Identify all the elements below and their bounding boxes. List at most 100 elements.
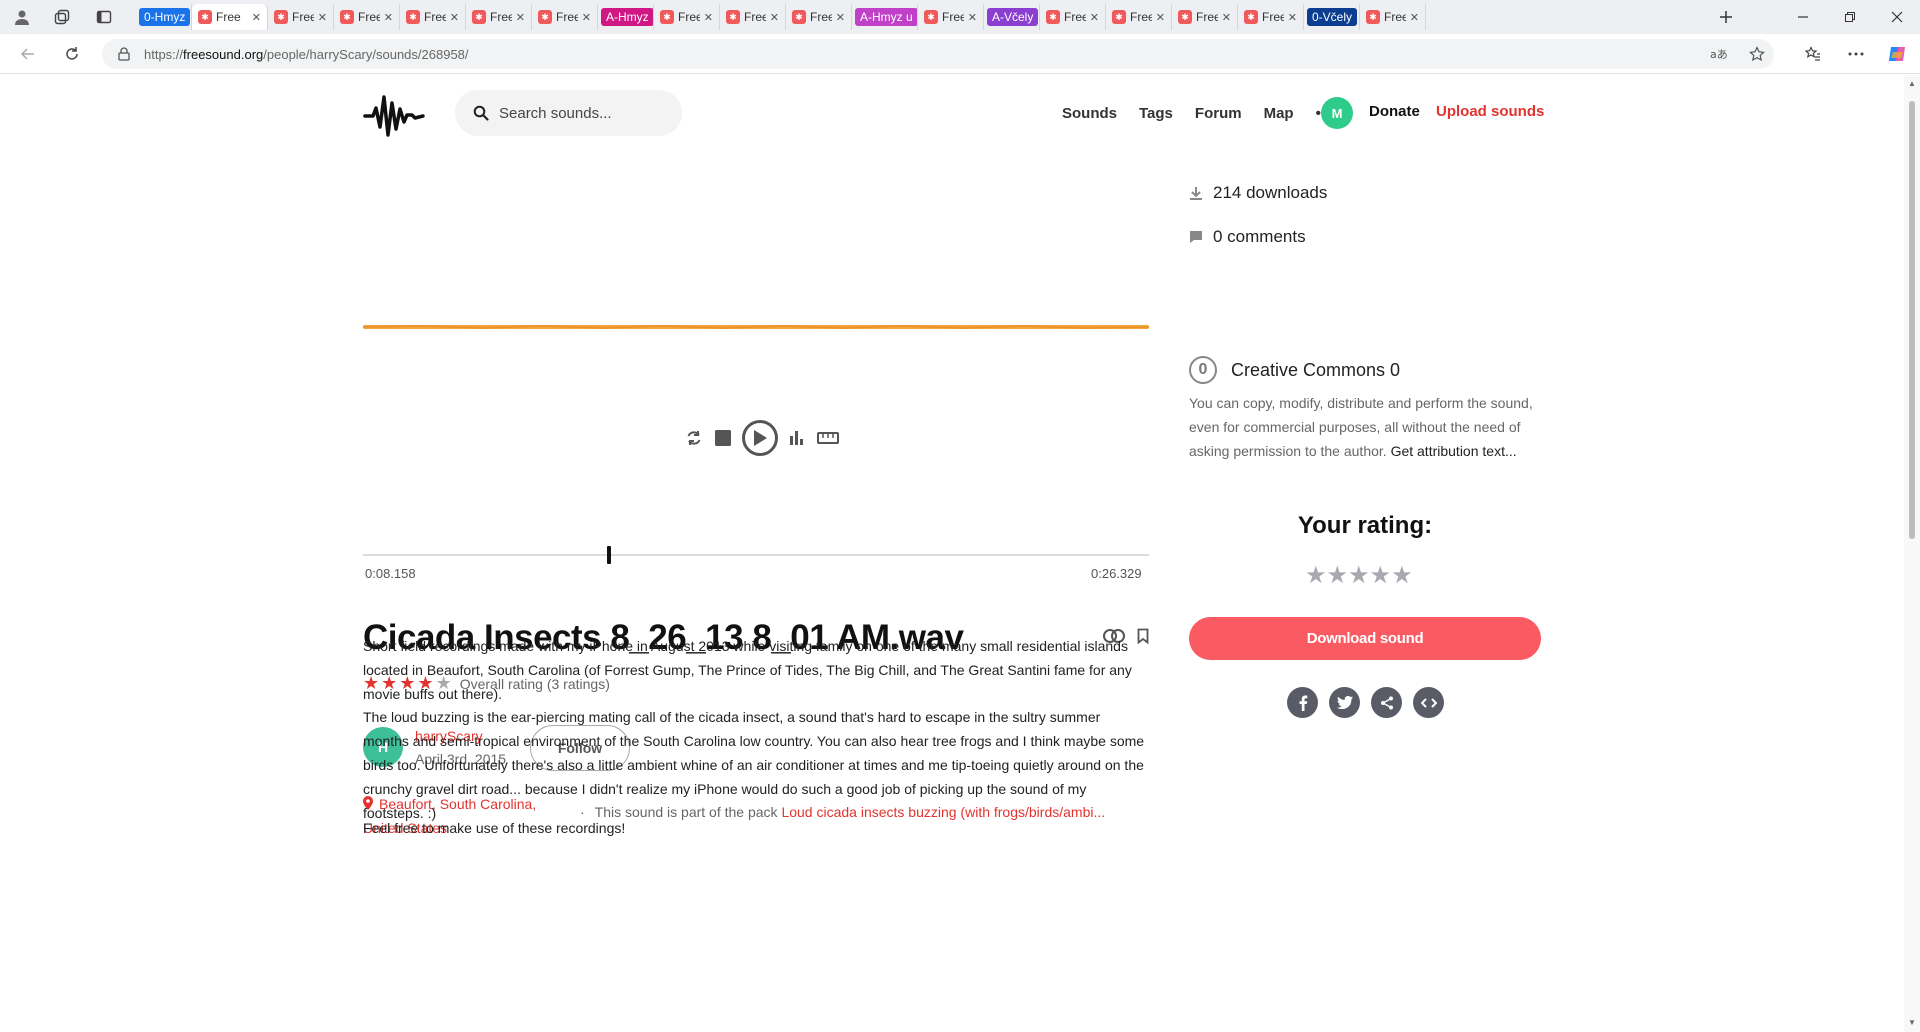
twitter-icon[interactable] bbox=[1329, 687, 1360, 718]
tab-title[interactable]: Free bbox=[1262, 10, 1284, 24]
tab-title[interactable]: Free bbox=[358, 10, 380, 24]
close-tab-icon[interactable]: ✕ bbox=[450, 11, 459, 24]
browser-tab[interactable]: ✱ Free ✕ bbox=[1040, 4, 1106, 30]
tab-group-name[interactable]: A-Hmyz u bbox=[855, 8, 917, 26]
tab-group-name[interactable]: 0-Hmyz bbox=[139, 8, 191, 26]
rate-star-icon[interactable]: ★ bbox=[1305, 561, 1327, 590]
close-tab-icon[interactable]: ✕ bbox=[318, 11, 327, 24]
close-tab-icon[interactable]: ✕ bbox=[1288, 11, 1297, 24]
favorites-icon[interactable] bbox=[1801, 42, 1825, 66]
browser-tab[interactable]: ✱ Free ✕ bbox=[720, 4, 786, 30]
nav-tags[interactable]: Tags bbox=[1139, 105, 1173, 122]
tab-group-label[interactable]: A-Hmyz bbox=[598, 4, 654, 30]
downloads-stat[interactable]: 214 downloads bbox=[1189, 183, 1327, 203]
workspaces-icon[interactable] bbox=[48, 3, 76, 31]
play-button[interactable] bbox=[742, 420, 778, 456]
browser-tab[interactable]: ✱ Free ✕ bbox=[532, 4, 598, 30]
browser-tab[interactable]: ✱ Free ✕ bbox=[1360, 4, 1426, 30]
search-box[interactable] bbox=[455, 90, 682, 136]
close-tab-icon[interactable]: ✕ bbox=[836, 11, 845, 24]
spectrogram-icon[interactable] bbox=[787, 428, 807, 448]
tab-group-name[interactable]: 0-Včely bbox=[1307, 8, 1358, 26]
close-tab-icon[interactable]: ✕ bbox=[1156, 11, 1165, 24]
close-tab-icon[interactable]: ✕ bbox=[582, 11, 591, 24]
user-avatar-button[interactable]: M bbox=[1321, 97, 1353, 129]
minimize-button[interactable] bbox=[1780, 0, 1826, 34]
playhead[interactable] bbox=[607, 546, 611, 564]
rate-star-icon[interactable]: ★ bbox=[1391, 561, 1413, 590]
copilot-icon[interactable] bbox=[1885, 42, 1909, 66]
page-scrollbar[interactable]: ▲ ▼ bbox=[1904, 75, 1920, 1032]
tab-group-label[interactable]: A-Hmyz u bbox=[852, 4, 918, 30]
tab-title[interactable]: Free bbox=[1196, 10, 1218, 24]
tab-group-label[interactable]: 0-Hmyz bbox=[136, 4, 192, 30]
downloads-text[interactable]: 214 downloads bbox=[1213, 183, 1327, 203]
tab-title[interactable]: Free bbox=[810, 10, 832, 24]
favorite-star-icon[interactable] bbox=[1745, 42, 1769, 66]
rate-star-icon[interactable]: ★ bbox=[1348, 561, 1370, 590]
browser-tab[interactable]: ✱ Free ✕ bbox=[466, 4, 532, 30]
scroll-up-icon[interactable]: ▲ bbox=[1907, 79, 1917, 89]
scrollbar-thumb[interactable] bbox=[1909, 101, 1915, 539]
close-tab-icon[interactable]: ✕ bbox=[1410, 11, 1419, 24]
loop-icon[interactable] bbox=[684, 428, 704, 448]
tab-group-label[interactable]: A-Včely bbox=[984, 4, 1040, 30]
browser-tab[interactable]: ✱ Free ✕ bbox=[1238, 4, 1304, 30]
comments-text[interactable]: 0 comments bbox=[1213, 227, 1306, 247]
tab-title[interactable]: Free bbox=[1130, 10, 1152, 24]
url-text[interactable]: https://freesound.org/people/harryScary/… bbox=[144, 47, 469, 62]
close-tab-icon[interactable]: ✕ bbox=[770, 11, 779, 24]
menu-icon[interactable] bbox=[1844, 42, 1868, 66]
share-icon[interactable] bbox=[1371, 687, 1402, 718]
upload-sounds-link[interactable]: Upload sounds bbox=[1436, 103, 1544, 120]
close-tab-icon[interactable]: ✕ bbox=[1222, 11, 1231, 24]
close-tab-icon[interactable]: ✕ bbox=[704, 11, 713, 24]
donate-link[interactable]: Donate bbox=[1369, 103, 1420, 120]
browser-tab[interactable]: ✱ Free ✕ bbox=[268, 4, 334, 30]
browser-tab[interactable]: ✱ Free ✕ bbox=[192, 4, 268, 30]
close-tab-icon[interactable]: ✕ bbox=[968, 11, 977, 24]
download-sound-button[interactable]: Download sound bbox=[1189, 617, 1541, 660]
nav-forum[interactable]: Forum bbox=[1195, 105, 1242, 122]
tab-title[interactable]: Free bbox=[1064, 10, 1086, 24]
playback-progress[interactable] bbox=[363, 546, 1149, 564]
translate-icon[interactable]: aあ bbox=[1707, 42, 1731, 66]
stop-icon[interactable] bbox=[713, 428, 733, 448]
scroll-down-icon[interactable]: ▼ bbox=[1907, 1018, 1917, 1028]
nav-map[interactable]: Map bbox=[1264, 105, 1294, 122]
tab-group-name[interactable]: A-Hmyz bbox=[601, 8, 653, 26]
embed-icon[interactable] bbox=[1413, 687, 1444, 718]
close-tab-icon[interactable]: ✕ bbox=[1090, 11, 1099, 24]
browser-tab[interactable]: ✱ Free ✕ bbox=[1106, 4, 1172, 30]
tab-actions-icon[interactable] bbox=[90, 3, 118, 31]
rate-star-icon[interactable]: ★ bbox=[1327, 561, 1349, 590]
nav-sounds[interactable]: Sounds bbox=[1062, 105, 1117, 122]
close-tab-icon[interactable]: ✕ bbox=[252, 11, 261, 24]
facebook-icon[interactable] bbox=[1287, 687, 1318, 718]
tab-title[interactable]: Free bbox=[1384, 10, 1406, 24]
browser-tab[interactable]: ✱ Free ✕ bbox=[400, 4, 466, 30]
freesound-logo[interactable] bbox=[363, 89, 425, 143]
close-tab-icon[interactable]: ✕ bbox=[384, 11, 393, 24]
search-input[interactable] bbox=[499, 104, 669, 122]
tab-group-label[interactable]: 0-Včely bbox=[1304, 4, 1360, 30]
new-tab-button[interactable] bbox=[1712, 3, 1740, 31]
tab-title[interactable]: Free bbox=[942, 10, 964, 24]
attribution-link[interactable]: Get attribution text... bbox=[1391, 443, 1517, 459]
browser-tab[interactable]: ✱ Free ✕ bbox=[334, 4, 400, 30]
browser-tab[interactable]: ✱ Free ✕ bbox=[918, 4, 984, 30]
tab-title[interactable]: Free bbox=[744, 10, 766, 24]
rate-star-icon[interactable]: ★ bbox=[1370, 561, 1392, 590]
close-window-button[interactable] bbox=[1874, 0, 1920, 34]
url-field[interactable]: https://freesound.org/people/harryScary/… bbox=[102, 39, 1774, 69]
tab-title[interactable]: Free bbox=[292, 10, 314, 24]
ruler-icon[interactable] bbox=[816, 428, 840, 448]
tab-group-name[interactable]: A-Včely bbox=[987, 8, 1039, 26]
lock-icon[interactable] bbox=[118, 47, 132, 61]
close-tab-icon[interactable]: ✕ bbox=[516, 11, 525, 24]
browser-tab[interactable]: ✱ Free ✕ bbox=[1172, 4, 1238, 30]
tab-title[interactable]: Free bbox=[216, 10, 248, 24]
tab-title[interactable]: Free bbox=[556, 10, 578, 24]
profile-icon[interactable] bbox=[8, 3, 36, 31]
comments-stat[interactable]: 0 comments bbox=[1189, 227, 1306, 247]
